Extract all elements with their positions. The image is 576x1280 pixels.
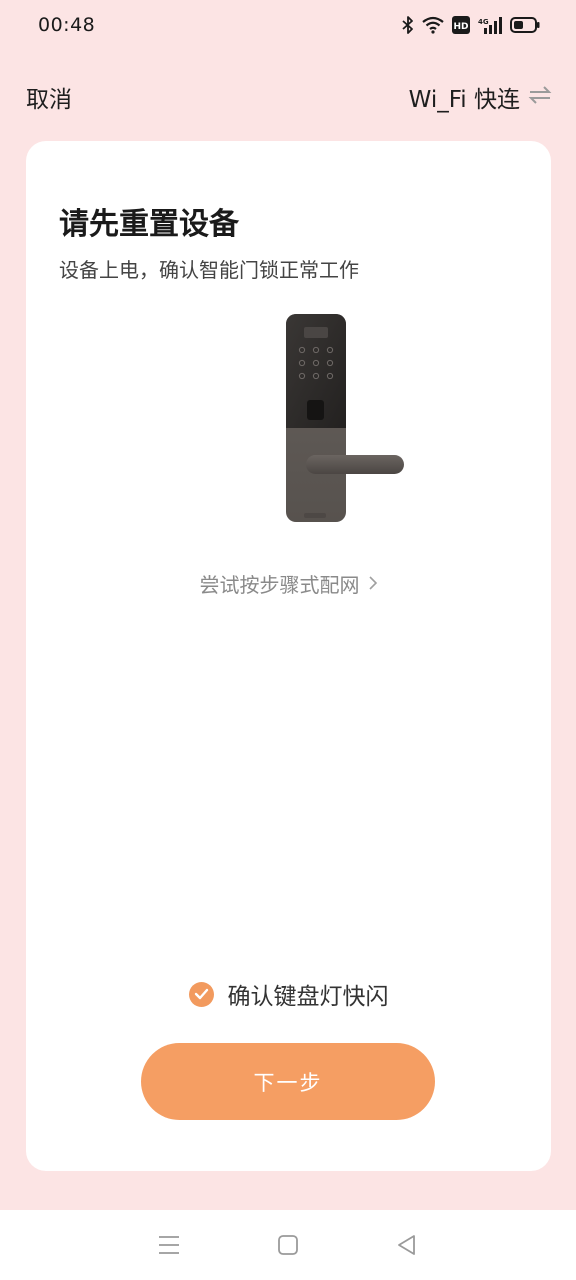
home-icon[interactable] bbox=[268, 1225, 308, 1265]
status-bar: 00:48 HD 4G bbox=[0, 0, 576, 50]
bluetooth-icon bbox=[402, 16, 414, 34]
check-circle-icon[interactable] bbox=[188, 981, 214, 1007]
next-button[interactable]: 下一步 bbox=[141, 1043, 435, 1120]
wifi-quick-connect-label: Wi_Fi 快连 bbox=[408, 87, 520, 113]
smart-door-lock-illustration bbox=[258, 313, 408, 532]
reset-device-card: 请先重置设备 设备上电，确认智能门锁正常工作 尝试按步骤式配网 确认键盘灯快闪 … bbox=[26, 141, 551, 1171]
wifi-quick-connect-button[interactable]: Wi_Fi 快连 bbox=[409, 80, 552, 114]
page-subtitle: 设备上电，确认智能门锁正常工作 bbox=[59, 258, 359, 282]
4g-signal-icon: 4G bbox=[478, 16, 502, 34]
step-by-step-link[interactable]: 尝试按步骤式配网 bbox=[26, 569, 551, 598]
status-time: 00:48 bbox=[38, 14, 96, 36]
page-title: 请先重置设备 bbox=[59, 207, 239, 242]
wifi-icon bbox=[422, 16, 444, 34]
cancel-button[interactable]: 取消 bbox=[26, 80, 72, 114]
battery-icon bbox=[510, 17, 540, 33]
hd-label: HD bbox=[453, 22, 468, 32]
menu-icon[interactable] bbox=[149, 1225, 189, 1265]
system-nav-bar bbox=[0, 1210, 576, 1280]
chevron-right-icon bbox=[368, 572, 378, 596]
hd-icon: HD bbox=[452, 16, 470, 34]
header: 取消 Wi_Fi 快连 bbox=[0, 72, 576, 122]
swap-arrows-icon bbox=[528, 85, 552, 109]
step-link-label: 尝试按步骤式配网 bbox=[199, 573, 360, 597]
network-label: 4G bbox=[478, 18, 489, 26]
back-icon[interactable] bbox=[387, 1225, 427, 1265]
confirm-checkbox-row[interactable]: 确认键盘灯快闪 bbox=[26, 977, 551, 1011]
confirm-label: 确认键盘灯快闪 bbox=[227, 984, 389, 1010]
status-icons: HD 4G bbox=[402, 16, 540, 34]
